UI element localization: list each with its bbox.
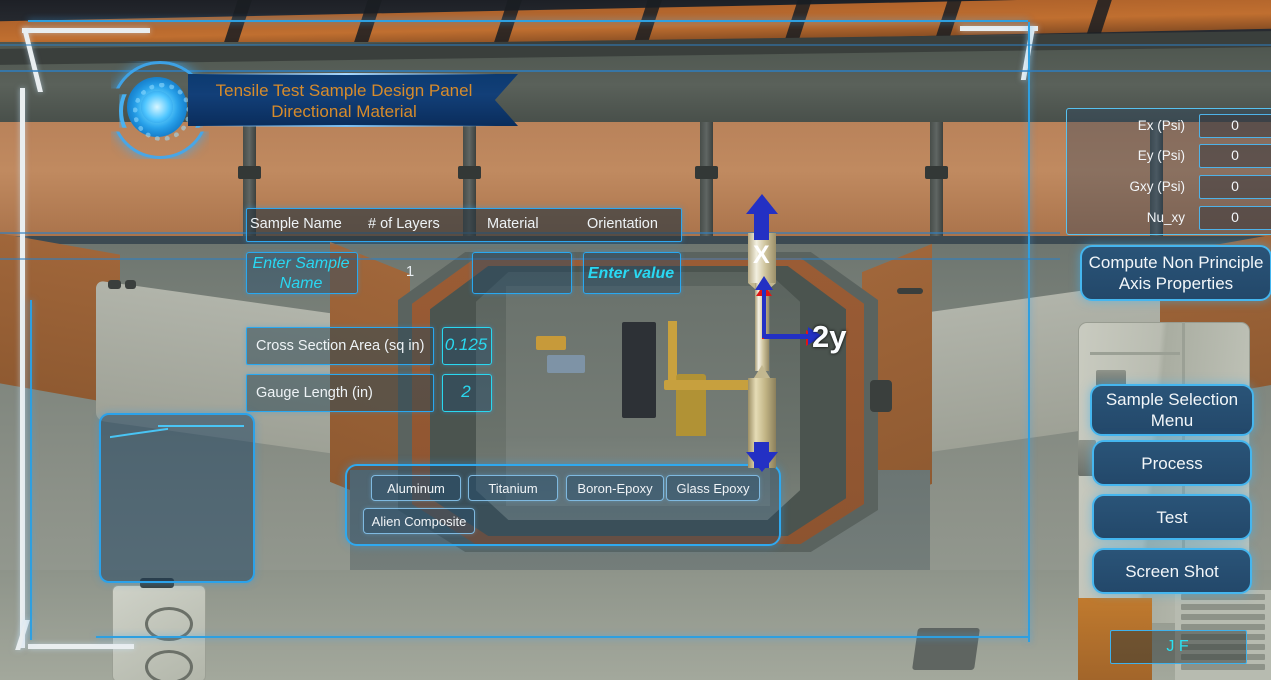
compute-properties-button[interactable]: Compute Non Principle Axis Properties [1080, 245, 1271, 301]
cross-section-label: Cross Section Area (sq in) [256, 338, 425, 354]
wall-post [700, 122, 713, 244]
title-line-2: Directional Material [271, 102, 417, 121]
corridor-bench [664, 380, 758, 390]
wall-post [930, 122, 943, 244]
sample-name-placeholder: Enter Sample Name [252, 255, 350, 292]
wall-clip [458, 166, 481, 179]
gauge-length-value: 2 [461, 382, 471, 401]
hud-scan-line [0, 44, 1271, 46]
cross-section-value: 0.125 [444, 335, 488, 354]
panel-decor-line [158, 425, 244, 427]
property-value-ex: 0 [1231, 117, 1239, 133]
keypad-device [912, 628, 980, 670]
banner-glow-bottom [196, 125, 496, 127]
wall-clip [695, 166, 718, 179]
corridor-rail [668, 321, 677, 383]
material-selection-group: Aluminum Titanium Boron-Epoxy Glass Epox… [345, 464, 781, 546]
specimen-axis-label-x: X [753, 241, 770, 269]
sample-list-panel[interactable] [99, 413, 255, 583]
orientation-placeholder: Enter value [587, 265, 675, 282]
property-label-ey: Ey (Psi) [1137, 148, 1185, 163]
gauge-length-label: Gauge Length (in) [256, 385, 373, 401]
material-button-glass-epoxy[interactable]: Glass Epoxy [666, 475, 760, 501]
equipment-ring [145, 650, 193, 680]
title-line-1: Tensile Test Sample Design Panel [215, 81, 473, 100]
material-button-aluminum[interactable]: Aluminum [371, 475, 461, 501]
corridor-locker [622, 322, 656, 418]
axis-label-y: 2y [812, 319, 847, 354]
property-value-gxy: 0 [1231, 178, 1239, 194]
column-header-sample-name: Sample Name [250, 216, 342, 232]
jf-status-label: J F [1166, 638, 1189, 655]
wall-clip [238, 166, 261, 179]
layers-value[interactable]: 1 [370, 263, 450, 280]
column-header-layers: # of Layers [368, 216, 440, 232]
cabinet-seam [1090, 352, 1180, 355]
screen-shot-button[interactable]: Screen Shot [1092, 548, 1252, 594]
property-label-gxy: Gxy (Psi) [1129, 179, 1186, 194]
application-window: Tensile Test Sample Design Panel Directi… [0, 0, 1271, 680]
column-header-orientation: Orientation [587, 216, 658, 232]
column-header-material: Material [487, 216, 539, 232]
sample-selection-menu-button[interactable]: Sample Selection Menu [1090, 384, 1254, 436]
material-button-alien-composite[interactable]: Alien Composite [363, 508, 475, 534]
material-input[interactable] [472, 252, 572, 294]
corridor-box [547, 355, 585, 373]
corridor-crate [536, 336, 566, 350]
property-value-nuxy: 0 [1231, 209, 1239, 225]
wall-switch [125, 280, 136, 289]
property-label-ex: Ex (Psi) [1137, 118, 1185, 133]
banner-glow-top [196, 73, 496, 75]
material-button-boron-epoxy[interactable]: Boron-Epoxy [566, 475, 664, 501]
material-button-titanium[interactable]: Titanium [468, 475, 558, 501]
property-value-ey: 0 [1231, 147, 1239, 163]
wall-switch [108, 280, 121, 289]
property-label-nuxy: Nu_xy [1146, 210, 1185, 225]
wall-pad [870, 380, 892, 412]
wall-light [897, 288, 923, 294]
process-button[interactable]: Process [1092, 440, 1252, 486]
wall-clip [925, 166, 948, 179]
page-title: Tensile Test Sample Design Panel Directi… [188, 80, 500, 122]
test-button[interactable]: Test [1092, 494, 1252, 540]
